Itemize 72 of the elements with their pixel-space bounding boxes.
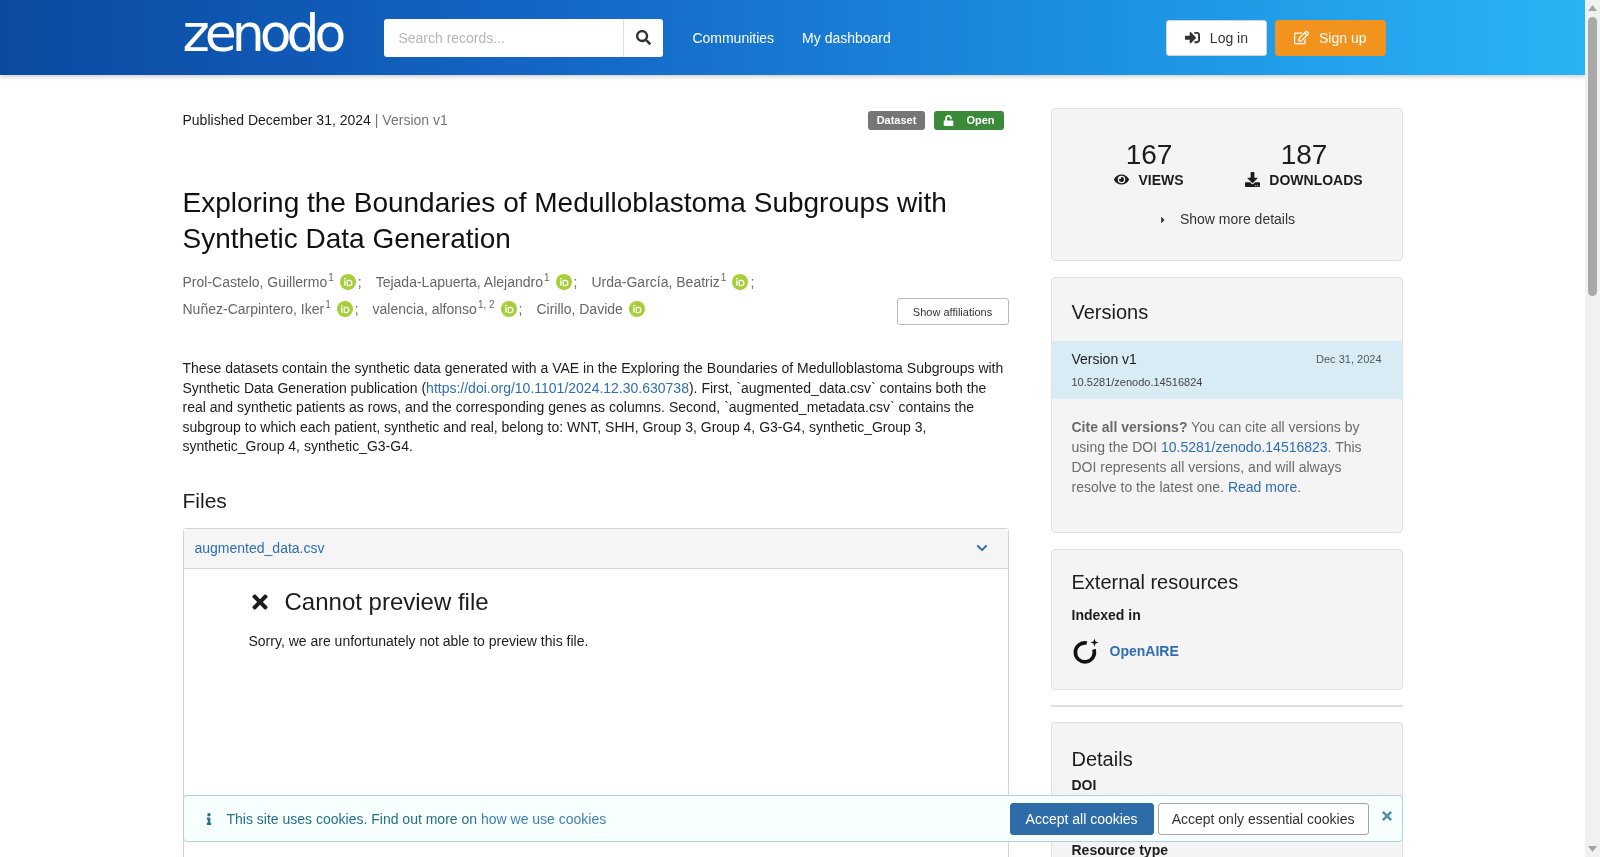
author-name[interactable]: Tejada-Lapuerta, Alejandro$^{1}$ — [375, 273, 550, 290]
indexed-in-label: Indexed in — [1071, 607, 1142, 624]
detail-label: DOI — [1071, 777, 1098, 794]
file-link[interactable]: augmented_data.csv — [194, 540, 325, 557]
up-arrow-icon[interactable] — [1588, 5, 1597, 11]
author-name[interactable]: valencia, alfonso$^{1, 2}$ — [372, 300, 495, 317]
external-resources-heading: External resources — [1071, 570, 1240, 594]
down-arrow-icon[interactable] — [1588, 846, 1597, 852]
author-separator: ; — [354, 300, 359, 317]
login-button[interactable]: Log in — [1165, 19, 1267, 56]
download-icon — [1245, 172, 1261, 187]
author-name[interactable]: Cirillo, Davide — [536, 300, 623, 317]
search-icon — [636, 30, 652, 45]
description-text: These datasets contain the synthetic data generated with a VAE in the Exploring the Boundaries of Medulloblastoma Subgroups with Synthetic Data Generation publication (https://doi.org/10.1101/2024.12.30.630738). First, `augmented_data.csv` contains both the real and synthetic patients as rows, and the corresponding genes as columns. Second, `augmented_metadata.csv` contains the subgroup to which each patient, synthetic and real, belong to: WNT, SHH, Group 3, Group 4, G3-G4, synthetic_Group 3, synthetic_Group 4, synthetic_G3-G4. — [182, 359, 1005, 457]
scrollbar-thumb[interactable] — [1588, 17, 1597, 296]
version-name: Version v1 — [1071, 350, 1137, 367]
read-more-link[interactable]: Read more. — [1227, 479, 1302, 495]
stat-label: DOWNLOADS — [1269, 171, 1363, 188]
cookie-notice-text: This site uses cookies. Find out more on how we use cookies — [226, 810, 607, 827]
show-more-details-toggle[interactable]: Show more details — [1157, 211, 1296, 228]
details-heading: Details — [1071, 747, 1134, 771]
author-separator: ; — [750, 273, 755, 290]
detail-label: Resource type — [1071, 843, 1169, 857]
cookie-policy-link[interactable]: how we use cookies — [480, 810, 607, 827]
resource-type-badge: Dataset — [867, 110, 926, 130]
author-name[interactable]: Nuñez-Carpintero, Iker$^{1}$ — [182, 300, 331, 317]
id-circle-icon[interactable] — [555, 273, 572, 290]
author-name[interactable]: Urda-García, Beatriz$^{1}$ — [591, 273, 727, 290]
ring-sparkle-icon — [1071, 637, 1099, 665]
file-accordion-header[interactable]: augmented_data.csv — [183, 528, 1008, 569]
stat-label: VIEWS — [1138, 171, 1184, 188]
edit-icon — [1294, 30, 1309, 45]
cite-versions-text: Cite all versions? You can cite all versions by using the DOI 10.5281/zenodo.14516823. This DOI represents all versions, and will always resolve to the latest one. Read more. — [1071, 418, 1363, 497]
close-button[interactable] — [1379, 808, 1394, 823]
preview-title: Cannot preview file — [284, 586, 489, 617]
version-doi: 10.5281/zenodo.14516824 — [1071, 375, 1204, 389]
eye-icon — [1114, 172, 1130, 187]
files-heading: Files — [182, 488, 228, 513]
stat-value: 167 — [1125, 139, 1173, 171]
publication-date: Published December 31, 2024 — [182, 112, 371, 128]
id-circle-icon[interactable] — [732, 273, 749, 290]
author-separator: ; — [357, 273, 362, 290]
id-circle-icon[interactable] — [336, 300, 353, 317]
author-name[interactable]: Prol-Castelo, Guillermo$^{1}$ — [182, 273, 334, 290]
id-circle-icon[interactable] — [339, 273, 356, 290]
author-separator: ; — [573, 273, 578, 290]
accept-all-button[interactable]: Accept all cookies — [1009, 802, 1154, 835]
versions-heading: Versions — [1071, 300, 1150, 324]
doi-link[interactable]: https://doi.org/10.1101/2024.12.30.630738 — [426, 379, 689, 396]
accept-essential-button[interactable]: Accept only essential cookies — [1157, 802, 1369, 835]
padlock-icon — [943, 114, 955, 126]
close-icon — [1379, 808, 1394, 823]
access-badge: Open — [934, 110, 1004, 130]
id-circle-icon[interactable] — [628, 300, 645, 317]
doi-link[interactable]: 10.5281/zenodo.14516823 — [1161, 439, 1328, 455]
sign-in-icon — [1184, 30, 1200, 45]
version-item[interactable]: Version v1 Dec 31, 2024 10.5281/zenodo.14516824 — [1051, 341, 1402, 399]
search-button[interactable] — [623, 18, 664, 57]
nav-link[interactable]: Communities — [692, 29, 775, 46]
record-title: Exploring the Boundaries of Medulloblastoma Subgroups with Synthetic Data Generation — [182, 186, 948, 256]
version-text: | Version v1 — [374, 112, 448, 128]
search-field[interactable]: Search records... — [384, 18, 624, 57]
version-date: Dec 31, 2024 — [1316, 352, 1382, 365]
site-logo[interactable]: zenodo — [182, 6, 347, 59]
scrollbar[interactable] — [1585, 0, 1600, 857]
id-circle-icon[interactable] — [500, 300, 517, 317]
nav-link[interactable]: My dashboard — [802, 29, 891, 46]
show-affiliations-button[interactable]: Show affiliations — [896, 298, 1009, 325]
author-separator: ; — [518, 300, 523, 317]
resource-link[interactable]: OpenAIRE — [1109, 643, 1179, 659]
preview-message: Sorry, we are unfortunately not able to preview this file. — [248, 631, 590, 650]
stat-value: 187 — [1280, 139, 1328, 171]
